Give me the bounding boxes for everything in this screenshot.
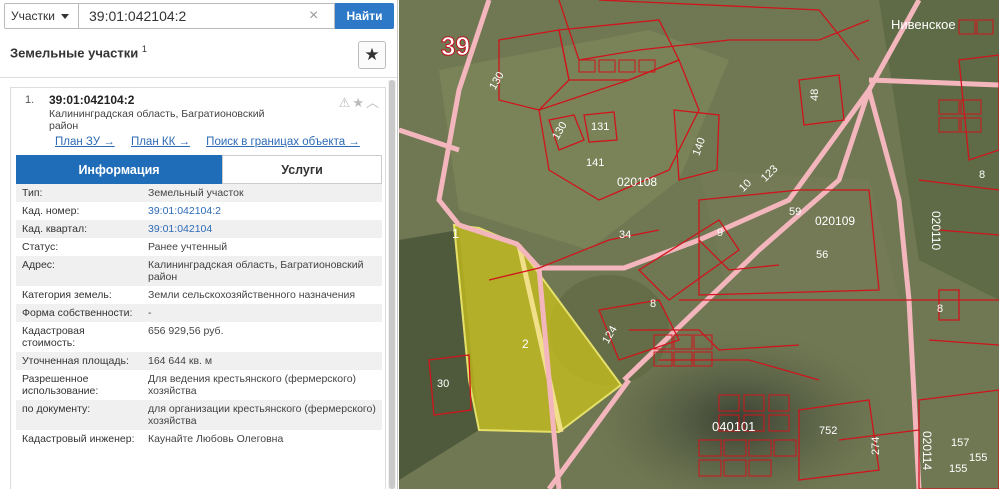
item-cadnum[interactable]: 39:01:042104:2 xyxy=(49,93,134,107)
info-value: Калининградская область, Багратионовский… xyxy=(148,259,364,283)
warning-icon[interactable]: ⚠ xyxy=(339,95,353,110)
parcel-label: 131 xyxy=(591,121,609,133)
search-type-select[interactable]: Участки xyxy=(4,3,79,29)
tab-info[interactable]: Информация xyxy=(16,155,222,184)
info-key: Кадастровая стоимость: xyxy=(22,325,85,349)
info-row: Уточненная площадь: 164 644 кв. м xyxy=(16,352,382,370)
info-key: Уточненная площадь: xyxy=(22,355,129,367)
info-row: Категория земель: Земли сельскохозяйствен… xyxy=(16,286,382,304)
info-key: Кадастровый инженер: xyxy=(22,433,135,445)
info-row: Кадастровая стоимость: 656 929,56 руб. xyxy=(16,322,382,352)
item-address: Калининградская область, Багратионовский… xyxy=(49,108,265,132)
info-key: Кад. квартал: xyxy=(22,223,87,235)
parcel-label: 752 xyxy=(819,425,837,437)
region-label: 39 xyxy=(441,31,470,61)
info-row: Кад. номер: 39:01:042104:2 xyxy=(16,202,382,220)
search-input[interactable] xyxy=(79,3,335,29)
panel-title-text: Земельные участки xyxy=(10,45,139,61)
info-value: Земельный участок xyxy=(148,187,244,199)
parcel-label: 30 xyxy=(437,378,449,390)
info-row: Кадастровый инженер: Каунайте Любовь Олег… xyxy=(16,430,382,448)
link-plan-kk[interactable]: План КК → xyxy=(131,136,190,148)
parcel-label: 8 xyxy=(650,298,656,310)
block-label: 040101 xyxy=(712,419,755,434)
tabs: Информация Услуги xyxy=(16,155,382,184)
block-label: 020114 xyxy=(920,431,934,470)
info-row: Разрешенное использование: Для ведения кр… xyxy=(16,370,382,400)
map-view[interactable]: 39 Нивенское 130 130 131 141 140 48 0201… xyxy=(399,0,999,489)
info-key: Форма собственности: xyxy=(22,307,133,319)
parcel-label: 8 xyxy=(979,169,985,181)
info-key: Статус: xyxy=(22,241,59,253)
vertex-label: 1 xyxy=(452,226,459,241)
block-label: 020109 xyxy=(815,214,855,228)
info-key: Кад. номер: xyxy=(22,205,80,217)
place-label: Нивенское xyxy=(891,17,956,32)
scrollbar-thumb[interactable] xyxy=(389,80,395,489)
info-key: Категория земель: xyxy=(22,289,112,301)
star-icon: ★ xyxy=(364,45,380,64)
left-panel: Участки × Найти Земельные участки 1 ★ 1.… xyxy=(0,0,398,489)
chevron-down-icon xyxy=(61,13,69,19)
satellite-map[interactable]: 39 Нивенское 130 130 131 141 140 48 0201… xyxy=(399,0,999,489)
info-row: Форма собственности: - xyxy=(16,304,382,322)
parcel-label: 59 xyxy=(789,206,801,218)
info-row: Тип: Земельный участок xyxy=(16,184,382,202)
info-value: Каунайте Любовь Олеговна xyxy=(148,433,284,445)
item-number: 1. xyxy=(25,94,35,106)
info-key: Разрешенное использование: xyxy=(22,373,99,397)
info-row: Кад. квартал: 39:01:042104 xyxy=(16,220,382,238)
star-icon[interactable]: ★ xyxy=(352,95,366,110)
item-actions: ⚠★︿ xyxy=(339,92,381,111)
parcel-label: 8 xyxy=(937,303,943,315)
info-value: Земли сельскохозяйственного назначения xyxy=(148,289,356,301)
info-value[interactable]: 39:01:042104 xyxy=(142,220,382,238)
info-value: 164 644 кв. м xyxy=(148,355,213,367)
item-links: План ЗУ → План КК → Поиск в границах объ… xyxy=(55,136,373,148)
info-value: для организации крестьянского (фермерско… xyxy=(148,403,376,427)
link-search-in-bounds[interactable]: Поиск в границах объекта → xyxy=(206,136,360,148)
parcel-label: 34 xyxy=(619,229,631,241)
close-icon[interactable]: × xyxy=(309,7,318,25)
info-value: Ранее учтенный xyxy=(148,241,228,253)
panel-title: Земельные участки 1 xyxy=(10,44,147,60)
parcel-label: 56 xyxy=(816,249,828,261)
parcel-label: 157 xyxy=(951,437,969,449)
search-bar: Участки × Найти xyxy=(4,3,394,29)
vertex-label: 2 xyxy=(522,337,529,351)
result-count: 1 xyxy=(141,44,147,54)
find-button[interactable]: Найти xyxy=(335,3,394,29)
info-value: 656 929,56 руб. xyxy=(148,325,224,337)
info-value: Для ведения крестьянского (фермерского) … xyxy=(148,373,357,397)
parcel-label: 155 xyxy=(969,452,987,464)
info-row: Адрес: Калининградская область, Багратион… xyxy=(16,256,382,286)
info-row: Статус: Ранее учтенный xyxy=(16,238,382,256)
info-table: Тип: Земельный участок Кад. номер: 39:01:04… xyxy=(16,184,382,448)
block-label: 020108 xyxy=(617,175,657,189)
block-label: 020110 xyxy=(929,211,943,250)
info-key: Тип: xyxy=(22,187,43,199)
parcel-label: 155 xyxy=(949,463,967,475)
parcel-label: 9 xyxy=(717,227,723,239)
favorites-button[interactable]: ★ xyxy=(358,41,386,69)
search-type-label: Участки xyxy=(11,9,55,23)
parcel-label: 48 xyxy=(809,89,821,101)
tab-services[interactable]: Услуги xyxy=(222,155,382,184)
chevron-up-icon[interactable]: ︿ xyxy=(366,95,381,110)
link-plan-zu[interactable]: План ЗУ → xyxy=(55,136,115,148)
parcel-label: 141 xyxy=(586,157,604,169)
info-key: Адрес: xyxy=(22,259,55,271)
info-key: по документу: xyxy=(22,403,91,415)
divider xyxy=(0,77,397,78)
info-value[interactable]: 39:01:042104:2 xyxy=(142,202,382,220)
result-card: 1. 39:01:042104:2 Калининградская област… xyxy=(10,87,386,489)
info-value: - xyxy=(148,307,152,319)
parcel-label: 274 xyxy=(870,437,882,455)
info-row: по документу: для организации крестьянско… xyxy=(16,400,382,430)
